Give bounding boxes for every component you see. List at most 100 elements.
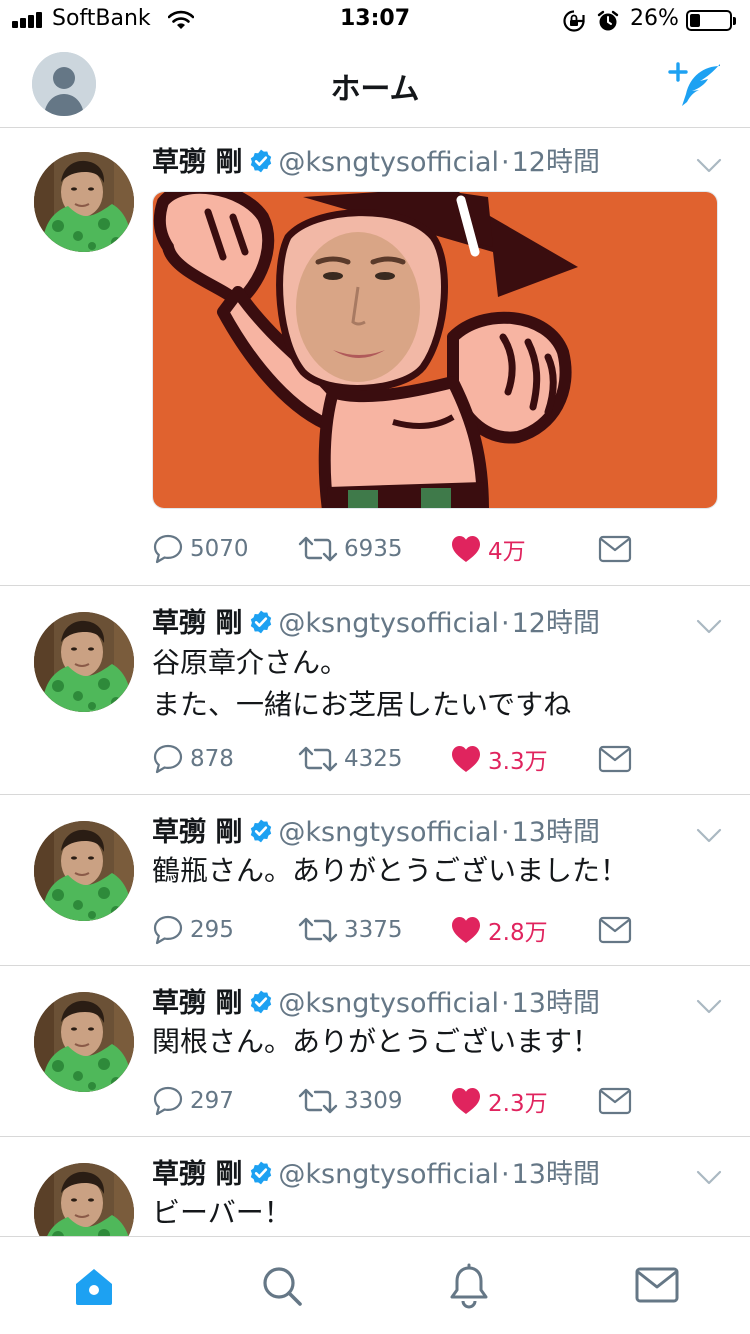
author-name[interactable]: 草彅 剛	[152, 147, 242, 178]
retweet-icon	[298, 1085, 338, 1117]
chevron-down-icon[interactable]	[696, 158, 722, 174]
tweet-header: 草彅 剛 @ksngtysofficial·13時間	[152, 986, 600, 1022]
tweet-author-avatar[interactable]	[34, 992, 134, 1092]
tweet-media[interactable]	[152, 191, 718, 509]
tweet-item[interactable]: 草彅 剛 @ksngtysofficial·12時間 谷原章介さん。 また、一緒に…	[0, 586, 750, 795]
like-button[interactable]: 4万	[450, 531, 526, 567]
retweet-button[interactable]: 3375	[298, 912, 403, 948]
bell-icon	[450, 1263, 488, 1309]
tweet-author-avatar[interactable]	[34, 152, 134, 252]
verified-badge-icon	[248, 1160, 274, 1186]
tweet-text: 関根さん。ありがとうございます！	[152, 1025, 601, 1058]
author-name[interactable]: 草彅 剛	[152, 817, 242, 848]
chevron-down-icon[interactable]	[696, 1170, 722, 1186]
heart-icon	[450, 1086, 482, 1116]
tweet-time: 13時間	[511, 1159, 600, 1190]
battery-icon	[686, 10, 736, 31]
astro-boy-image	[153, 192, 717, 508]
reply-count: 5070	[190, 536, 249, 562]
reply-button[interactable]: 297	[152, 1083, 234, 1119]
retweet-button[interactable]: 3309	[298, 1083, 403, 1119]
home-icon	[76, 1269, 112, 1305]
tweet-author-avatar[interactable]	[34, 612, 134, 712]
search-tab[interactable]	[257, 1263, 307, 1309]
retweet-button[interactable]: 6935	[298, 531, 403, 567]
notifications-tab[interactable]	[444, 1263, 494, 1309]
retweet-count: 4325	[344, 746, 403, 772]
chevron-down-icon[interactable]	[696, 828, 722, 844]
reply-button[interactable]: 878	[152, 741, 234, 777]
nav-bar: ホーム	[0, 40, 750, 128]
like-button[interactable]: 3.3万	[450, 741, 548, 777]
tweet-time: 12時間	[511, 608, 600, 639]
tweet-actions: 297 3309 2.3万	[152, 1083, 652, 1119]
direct-message-button[interactable]	[598, 531, 632, 567]
tweet-text: 谷原章介さん。 また、一緒にお芝居したいですね	[152, 646, 572, 721]
retweet-count: 3309	[344, 1088, 403, 1114]
rotation-lock-icon	[563, 10, 585, 32]
retweet-button[interactable]: 4325	[298, 741, 403, 777]
tweet-actions: 295 3375 2.8万	[152, 912, 652, 948]
like-count: 4万	[488, 539, 526, 565]
retweet-icon	[298, 533, 338, 565]
like-count: 2.3万	[488, 1091, 548, 1117]
heart-icon	[450, 744, 482, 774]
alarm-icon	[597, 10, 619, 31]
tweet-header: 草彅 剛 @ksngtysofficial·12時間	[152, 606, 600, 642]
heart-icon	[450, 915, 482, 945]
author-handle[interactable]: @ksngtysofficial	[278, 817, 499, 848]
verified-badge-icon	[248, 818, 274, 844]
reply-icon	[152, 914, 184, 946]
home-tab[interactable]	[69, 1263, 119, 1309]
author-handle[interactable]: @ksngtysofficial	[278, 608, 499, 639]
chevron-down-icon[interactable]	[696, 619, 722, 635]
compose-tweet-icon[interactable]	[664, 60, 724, 110]
tweet-header: 草彅 剛 @ksngtysofficial·12時間	[152, 145, 600, 181]
like-count: 3.3万	[488, 749, 548, 775]
author-name[interactable]: 草彅 剛	[152, 988, 242, 1019]
like-button[interactable]: 2.8万	[450, 912, 548, 948]
retweet-icon	[298, 914, 338, 946]
direct-message-button[interactable]	[598, 1083, 632, 1119]
tweet-item[interactable]: 草彅 剛 @ksngtysofficial·13時間 関根さん。ありがとうございま…	[0, 966, 750, 1137]
messages-tab[interactable]	[632, 1263, 682, 1309]
chevron-down-icon[interactable]	[696, 999, 722, 1015]
author-name[interactable]: 草彅 剛	[152, 608, 242, 639]
reply-icon	[152, 533, 184, 565]
envelope-icon	[598, 535, 632, 563]
tweet-author-avatar[interactable]	[34, 821, 134, 921]
reply-icon	[152, 743, 184, 775]
like-button[interactable]: 2.3万	[450, 1083, 548, 1119]
profile-avatar[interactable]	[32, 52, 96, 116]
author-handle[interactable]: @ksngtysofficial	[278, 988, 499, 1019]
tweet-header: 草彅 剛 @ksngtysofficial·13時間	[152, 815, 600, 851]
page-title: ホーム	[330, 72, 420, 107]
tweet-text: 鶴瓶さん。ありがとうございました！	[152, 854, 629, 887]
separator-dot: ·	[501, 988, 510, 1019]
envelope-icon	[598, 916, 632, 944]
tweet-item[interactable]: 草彅 剛 @ksngtysofficial·13時間 ビーバー！	[0, 1137, 750, 1236]
author-handle[interactable]: @ksngtysofficial	[278, 147, 499, 178]
tweet-time: 12時間	[511, 147, 600, 178]
direct-message-button[interactable]	[598, 741, 632, 777]
author-handle[interactable]: @ksngtysofficial	[278, 1159, 499, 1190]
reply-icon	[152, 1085, 184, 1117]
tweet-header: 草彅 剛 @ksngtysofficial·13時間	[152, 1157, 600, 1193]
separator-dot: ·	[501, 817, 510, 848]
separator-dot: ·	[501, 147, 510, 178]
reply-button[interactable]: 5070	[152, 531, 249, 567]
tweet-item[interactable]: 草彅 剛 @ksngtysofficial·12時間 5070 6935 4万	[0, 128, 750, 586]
envelope-icon	[598, 745, 632, 773]
retweet-icon	[298, 743, 338, 775]
tweet-author-avatar[interactable]	[34, 1163, 134, 1236]
reply-button[interactable]: 295	[152, 912, 234, 948]
tweet-time: 13時間	[511, 988, 600, 1019]
author-name[interactable]: 草彅 剛	[152, 1159, 242, 1190]
tweet-time: 13時間	[511, 817, 600, 848]
separator-dot: ·	[501, 608, 510, 639]
tweet-actions: 5070 6935 4万	[152, 531, 652, 567]
tweet-item[interactable]: 草彅 剛 @ksngtysofficial·13時間 鶴瓶さん。ありがとうございま…	[0, 795, 750, 966]
direct-message-button[interactable]	[598, 912, 632, 948]
status-bar: SoftBank 13:07 26%	[0, 0, 750, 40]
battery-percent: 26%	[630, 6, 679, 31]
